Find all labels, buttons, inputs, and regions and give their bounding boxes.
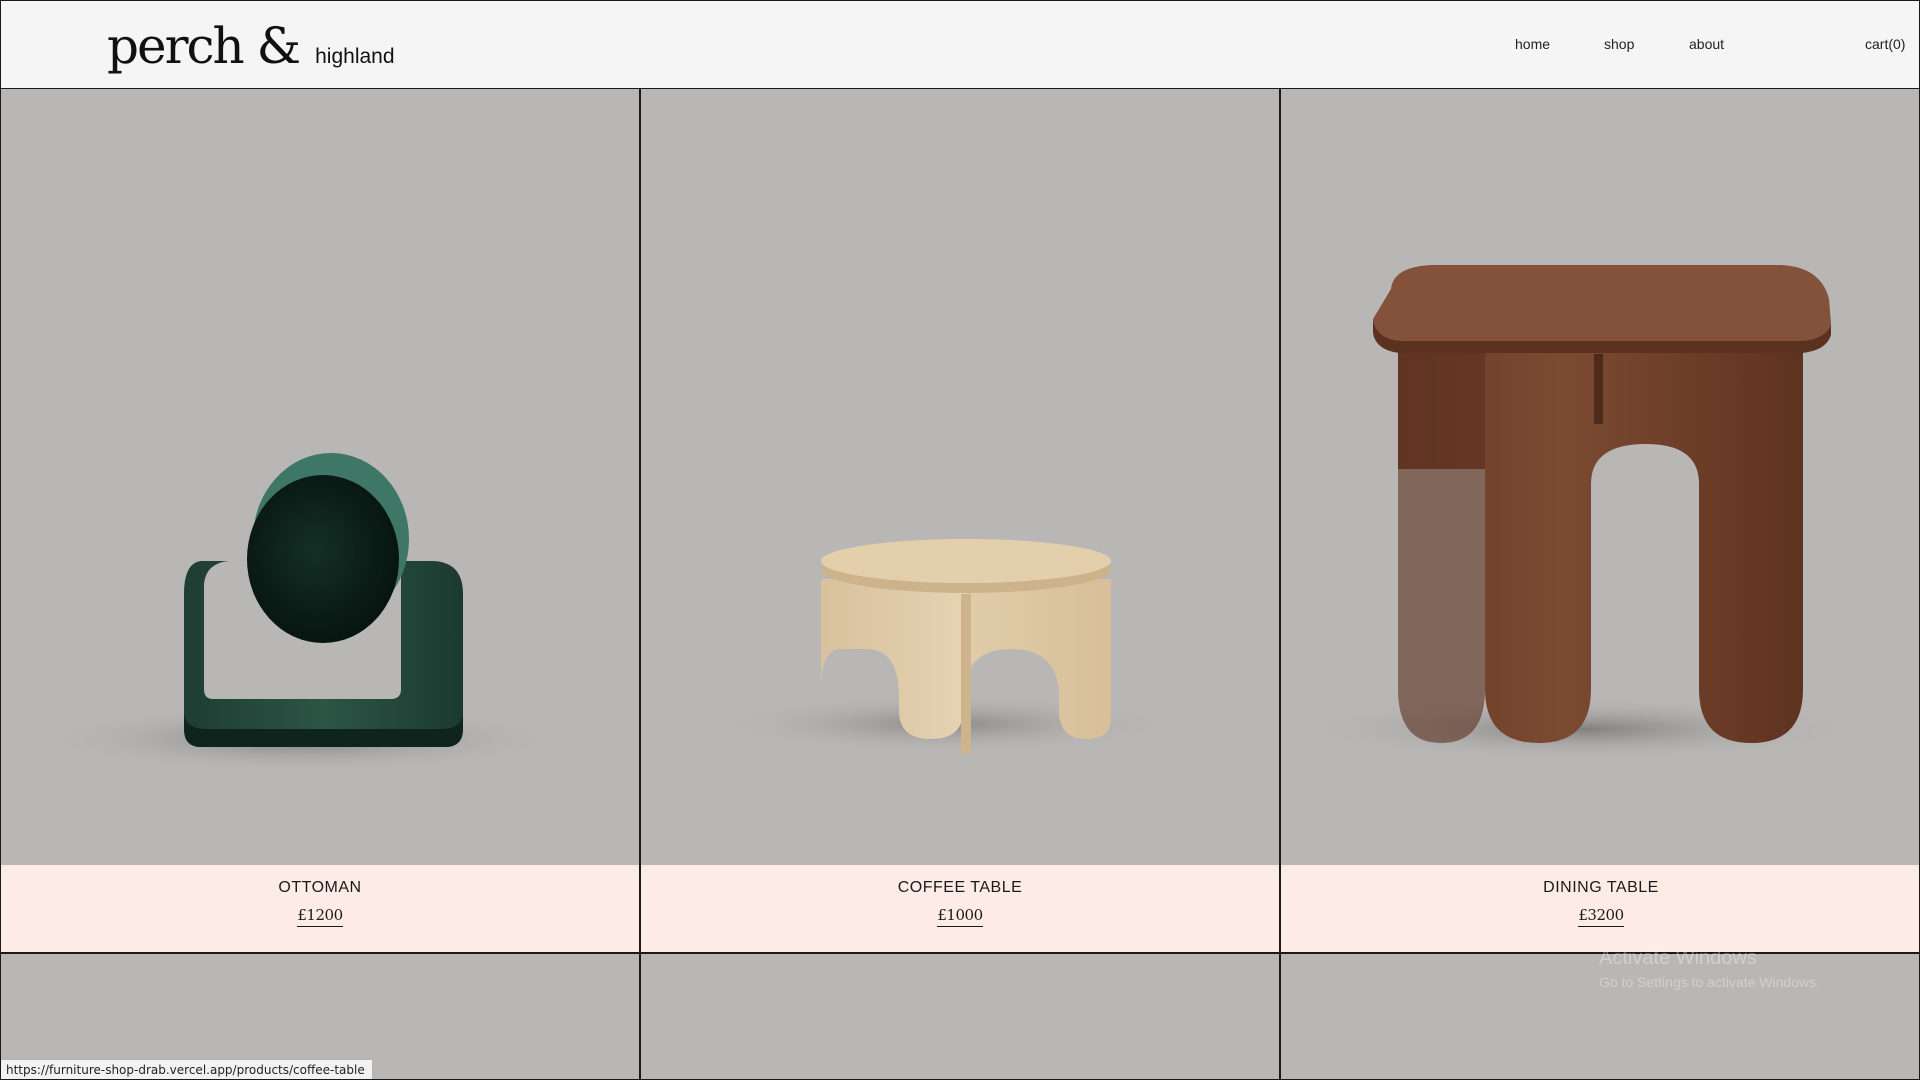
product-card-coffee-table[interactable]: COFFEE TABLE £1000 [641, 89, 1281, 953]
logo-wordmark: perch & [107, 17, 301, 75]
product-info-dining-table: DINING TABLE £3200 [1281, 865, 1919, 952]
logo-subtitle: highland [315, 45, 395, 68]
watermark-title: Activate Windows [1599, 947, 1757, 969]
watermark-subtitle: Go to Settings to activate Windows. [1599, 974, 1820, 990]
product-card-ottoman[interactable]: OTTOMAN £1200 [1, 89, 641, 953]
product-image-ottoman[interactable] [1, 89, 639, 865]
logo-link[interactable]: perch & highland [107, 11, 395, 81]
site-header: perch & highland home shop about cart(0) [1, 1, 1919, 89]
product-image-dining-table[interactable] [1281, 89, 1919, 865]
nav-shop-link[interactable]: shop [1604, 36, 1634, 52]
link-status-bar: https://furniture-shop-drab.vercel.app/p… [1, 1059, 373, 1079]
product-info-coffee-table: COFFEE TABLE £1000 [641, 865, 1279, 952]
product-price[interactable]: £1000 [937, 906, 983, 927]
product-card-dining-table[interactable]: DINING TABLE £3200 [1281, 89, 1919, 953]
product-name[interactable]: DINING TABLE [1281, 879, 1919, 897]
product-price[interactable]: £3200 [1578, 906, 1624, 927]
product-card-next[interactable] [641, 953, 1281, 1079]
cart-link[interactable]: cart(0) [1865, 36, 1905, 52]
nav-home-link[interactable]: home [1515, 36, 1550, 52]
product-info-ottoman: OTTOMAN £1200 [1, 865, 639, 952]
product-image-coffee-table[interactable] [641, 89, 1279, 865]
product-price[interactable]: £1200 [297, 906, 343, 927]
product-name[interactable]: COFFEE TABLE [641, 879, 1279, 897]
nav-about-link[interactable]: about [1689, 36, 1724, 52]
page: perch & highland home shop about cart(0) [0, 0, 1920, 1080]
product-name[interactable]: OTTOMAN [1, 879, 639, 897]
windows-activation-watermark: Activate Windows Go to Settings to activ… [1599, 947, 1820, 990]
